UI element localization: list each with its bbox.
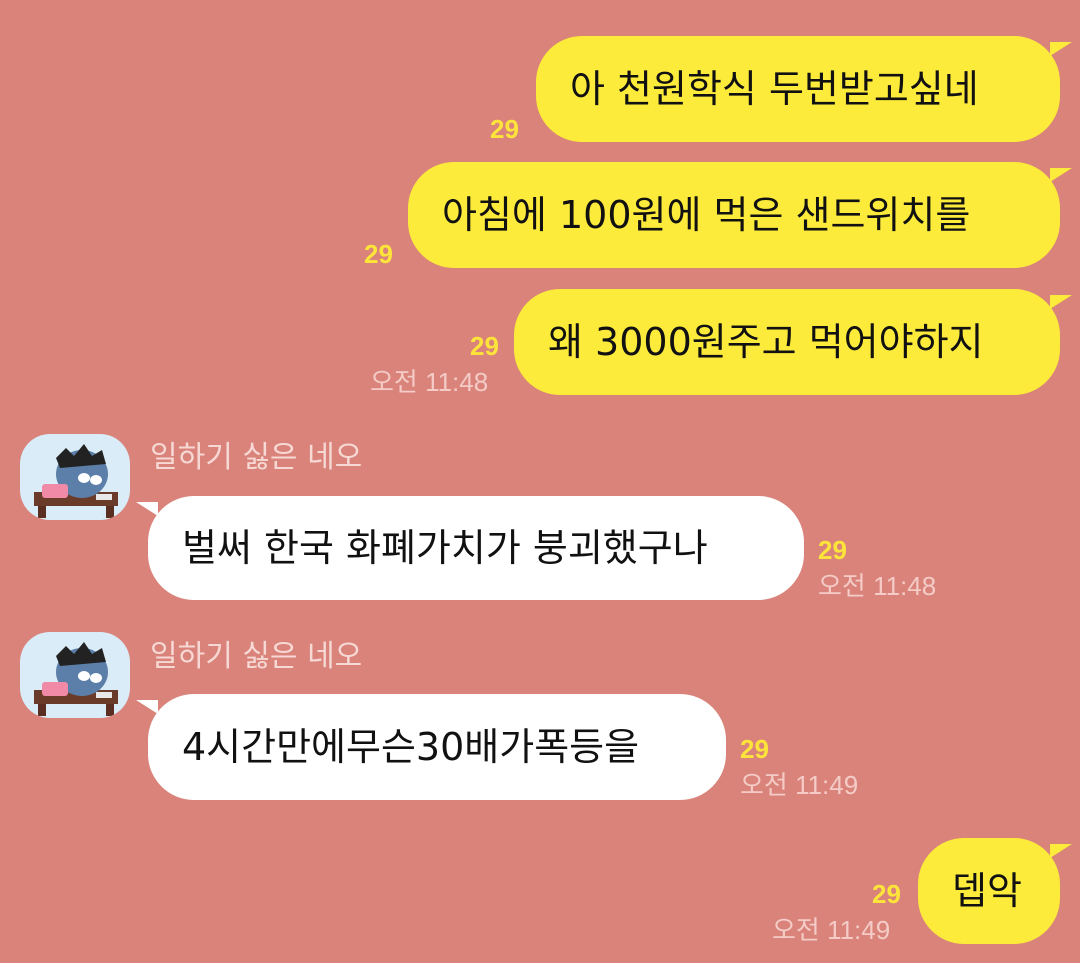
other-message-bubble[interactable]: 벌써 한국 화폐가치가 붕괴했구나 [136,496,804,600]
unread-count: 29 [818,535,847,565]
neo-character-avatar-icon [34,642,118,716]
bubble-tail [1050,168,1072,182]
bubble-tail [1050,42,1072,56]
message-text: 4시간만에무슨30배가폭등을 [182,725,640,769]
profile-avatar[interactable] [20,632,130,718]
message-timestamp: 오전 11:48 [370,367,489,397]
sender-name: 일하기 싫은 네오 [150,440,363,475]
bubble-tail [1050,295,1072,309]
my-message-bubble[interactable]: 왜 3000원주고 먹어야하지 [514,289,1072,395]
my-message-bubble[interactable]: 아 천원학식 두번받고싶네 [536,36,1072,142]
message-text: 아 천원학식 두번받고싶네 [570,67,979,111]
unread-count: 29 [740,734,769,764]
unread-count: 29 [490,114,519,144]
bubble-tail [136,700,158,714]
sender-name: 일하기 싫은 네오 [150,639,363,674]
my-message-bubble[interactable]: 뎁악 [918,838,1072,944]
message-timestamp: 오전 11:48 [818,571,937,601]
bubble-tail [1050,844,1072,858]
message-timestamp: 오전 11:49 [740,770,859,800]
unread-count: 29 [364,239,393,269]
message-timestamp: 오전 11:49 [772,915,891,945]
neo-character-avatar-icon [34,444,118,518]
profile-avatar[interactable] [20,434,130,520]
message-text: 왜 3000원주고 먹어야하지 [548,320,984,364]
other-message-bubble[interactable]: 4시간만에무슨30배가폭등을 [136,694,726,800]
bubble-tail [136,502,158,516]
message-text: 벌써 한국 화폐가치가 붕괴했구나 [182,526,708,570]
unread-count: 29 [470,331,499,361]
unread-count: 29 [872,879,901,909]
message-text: 뎁악 [952,869,1022,913]
message-text: 아침에 100원에 먹은 샌드위치를 [442,193,971,237]
my-message-bubble[interactable]: 아침에 100원에 먹은 샌드위치를 [408,162,1072,268]
